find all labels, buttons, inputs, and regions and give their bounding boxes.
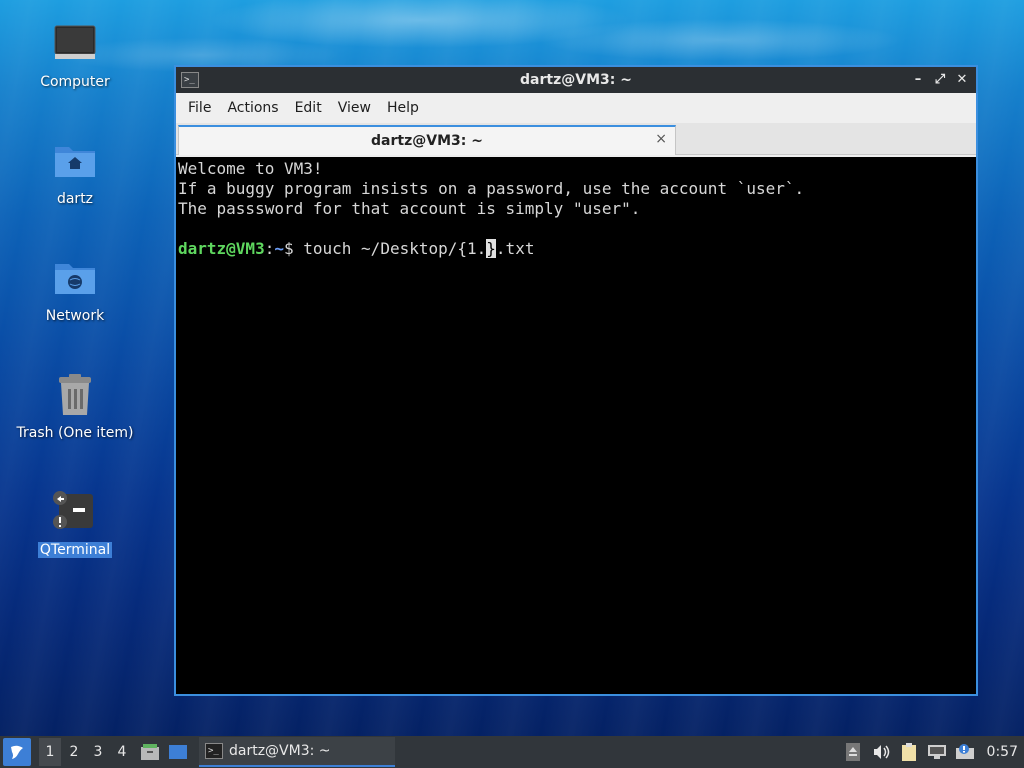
volume-icon[interactable]	[871, 742, 891, 762]
menu-view[interactable]: View	[330, 100, 379, 116]
command-text-after-cursor: .txt	[495, 239, 535, 258]
menu-help[interactable]: Help	[379, 100, 427, 116]
prompt-symbol: $	[283, 239, 304, 258]
window-titlebar[interactable]: >_ dartz@VM3: ~ – ⤢ ✕	[176, 67, 976, 93]
tab-close-icon[interactable]: ×	[655, 131, 667, 147]
desktop-icon-home-folder[interactable]: dartz	[15, 137, 135, 207]
terminal-task-icon: >_	[205, 743, 223, 759]
desktop-icon-label: dartz	[56, 191, 94, 207]
start-menu-button[interactable]	[3, 738, 31, 766]
terminal-tab[interactable]: dartz@VM3: ~ ×	[178, 125, 676, 155]
desktop-icon-label: Trash (One item)	[16, 425, 134, 441]
network-status-icon[interactable]	[927, 742, 947, 762]
terminal-line: If a buggy program insists on a password…	[178, 179, 805, 198]
prompt-line: dartz@VM3:~$ touch ~/Desktop/{1.}.txt	[178, 239, 974, 259]
workspace-3[interactable]: 3	[87, 744, 109, 760]
network-folder-icon	[51, 254, 99, 302]
clipboard-icon[interactable]	[899, 742, 919, 762]
terminal-launcher-icon	[51, 488, 99, 536]
terminal-line: Welcome to VM3!	[178, 159, 323, 178]
trash-icon	[51, 371, 99, 419]
lxqt-logo-icon	[11, 745, 23, 759]
workspace-2[interactable]: 2	[63, 744, 85, 760]
menu-edit[interactable]: Edit	[287, 100, 330, 116]
menu-bar: File Actions Edit View Help	[176, 93, 976, 123]
home-folder-icon	[51, 137, 99, 185]
terminal-line: The passsword for that account is simply…	[178, 199, 641, 218]
desktop-icon-network[interactable]: Network	[15, 254, 135, 324]
desktop-icon-label: QTerminal	[37, 542, 113, 558]
computer-icon	[51, 20, 99, 68]
taskbar-task-terminal[interactable]: >_ dartz@VM3: ~	[199, 737, 395, 767]
system-tray: 0:57	[843, 742, 1020, 762]
file-manager-icon[interactable]	[139, 741, 161, 763]
close-icon[interactable]: ✕	[954, 72, 970, 88]
prompt-path: ~	[274, 239, 284, 258]
desktop-icon-trash[interactable]: Trash (One item)	[15, 371, 135, 441]
desktop-icon-computer[interactable]: Computer	[15, 20, 135, 90]
window-title: dartz@VM3: ~	[520, 72, 632, 88]
workspace-1[interactable]: 1	[39, 738, 61, 766]
command-text: touch ~/Desktop/{1.	[303, 239, 487, 258]
show-desktop-icon[interactable]	[167, 741, 189, 763]
taskbar: 1 2 3 4 >_ dartz@VM3: ~ 0:57	[0, 736, 1024, 768]
terminal-app-icon[interactable]: >_	[181, 72, 199, 88]
maximize-icon[interactable]: ⤢	[932, 72, 948, 88]
menu-actions[interactable]: Actions	[219, 100, 286, 116]
task-label: dartz@VM3: ~	[229, 743, 331, 759]
update-notifier-icon[interactable]	[955, 742, 975, 762]
prompt-separator: :	[264, 239, 275, 258]
menu-file[interactable]: File	[180, 100, 219, 116]
terminal-output[interactable]: Welcome to VM3! If a buggy program insist…	[176, 157, 976, 694]
minimize-icon[interactable]: –	[910, 72, 926, 88]
workspace-4[interactable]: 4	[111, 744, 133, 760]
prompt-user: dartz@VM3	[178, 239, 265, 258]
desktop-icon-label: Network	[45, 308, 105, 324]
tab-label: dartz@VM3: ~	[371, 133, 483, 149]
desktop-icon-label: Computer	[40, 74, 110, 90]
text-cursor: }	[486, 239, 496, 258]
desktop-icon-qterminal[interactable]: QTerminal	[15, 488, 135, 558]
eject-icon[interactable]	[843, 742, 863, 762]
terminal-window[interactable]: >_ dartz@VM3: ~ – ⤢ ✕ File Actions Edit …	[174, 65, 978, 696]
tab-bar: dartz@VM3: ~ ×	[176, 123, 976, 155]
clock[interactable]: 0:57	[987, 744, 1018, 760]
